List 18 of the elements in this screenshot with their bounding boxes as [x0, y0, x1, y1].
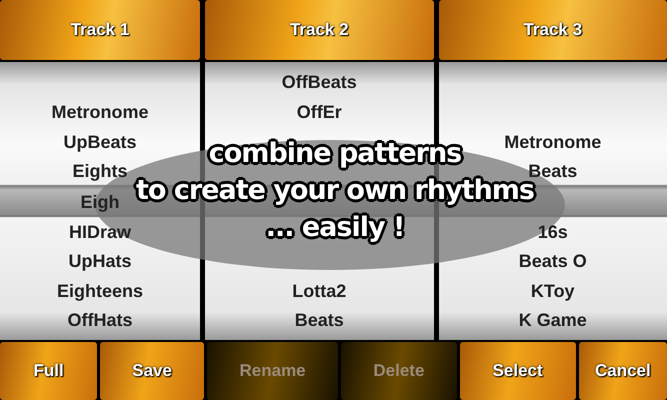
pattern-item[interactable]: K Game: [518, 306, 587, 336]
pattern-item[interactable]: OffEr: [296, 98, 342, 128]
pattern-item[interactable]: UpBeats: [63, 128, 137, 158]
pattern-item[interactable]: UpHats: [68, 247, 132, 277]
pattern-item[interactable]: Lotta2: [292, 276, 346, 306]
pattern-item[interactable]: Beats: [294, 306, 344, 336]
pattern-item[interactable]: 16s: [538, 218, 568, 248]
pattern-item[interactable]: HIDraw: [68, 218, 131, 248]
pattern-item[interactable]: Beats O: [518, 247, 587, 277]
pattern-item[interactable]: Metronome: [504, 128, 602, 158]
pattern-item[interactable]: KToy: [530, 276, 575, 306]
pattern-item[interactable]: Eights: [72, 157, 128, 187]
caption-line: ... easily !: [266, 211, 404, 245]
pattern-item[interactable]: Eigh: [80, 188, 120, 218]
pattern-item[interactable]: Eighteens: [56, 276, 144, 306]
pattern-item[interactable]: Metronome: [51, 98, 148, 128]
pattern-item[interactable]: OffBeats: [282, 68, 357, 98]
pattern-item[interactable]: OffHats: [67, 306, 132, 336]
